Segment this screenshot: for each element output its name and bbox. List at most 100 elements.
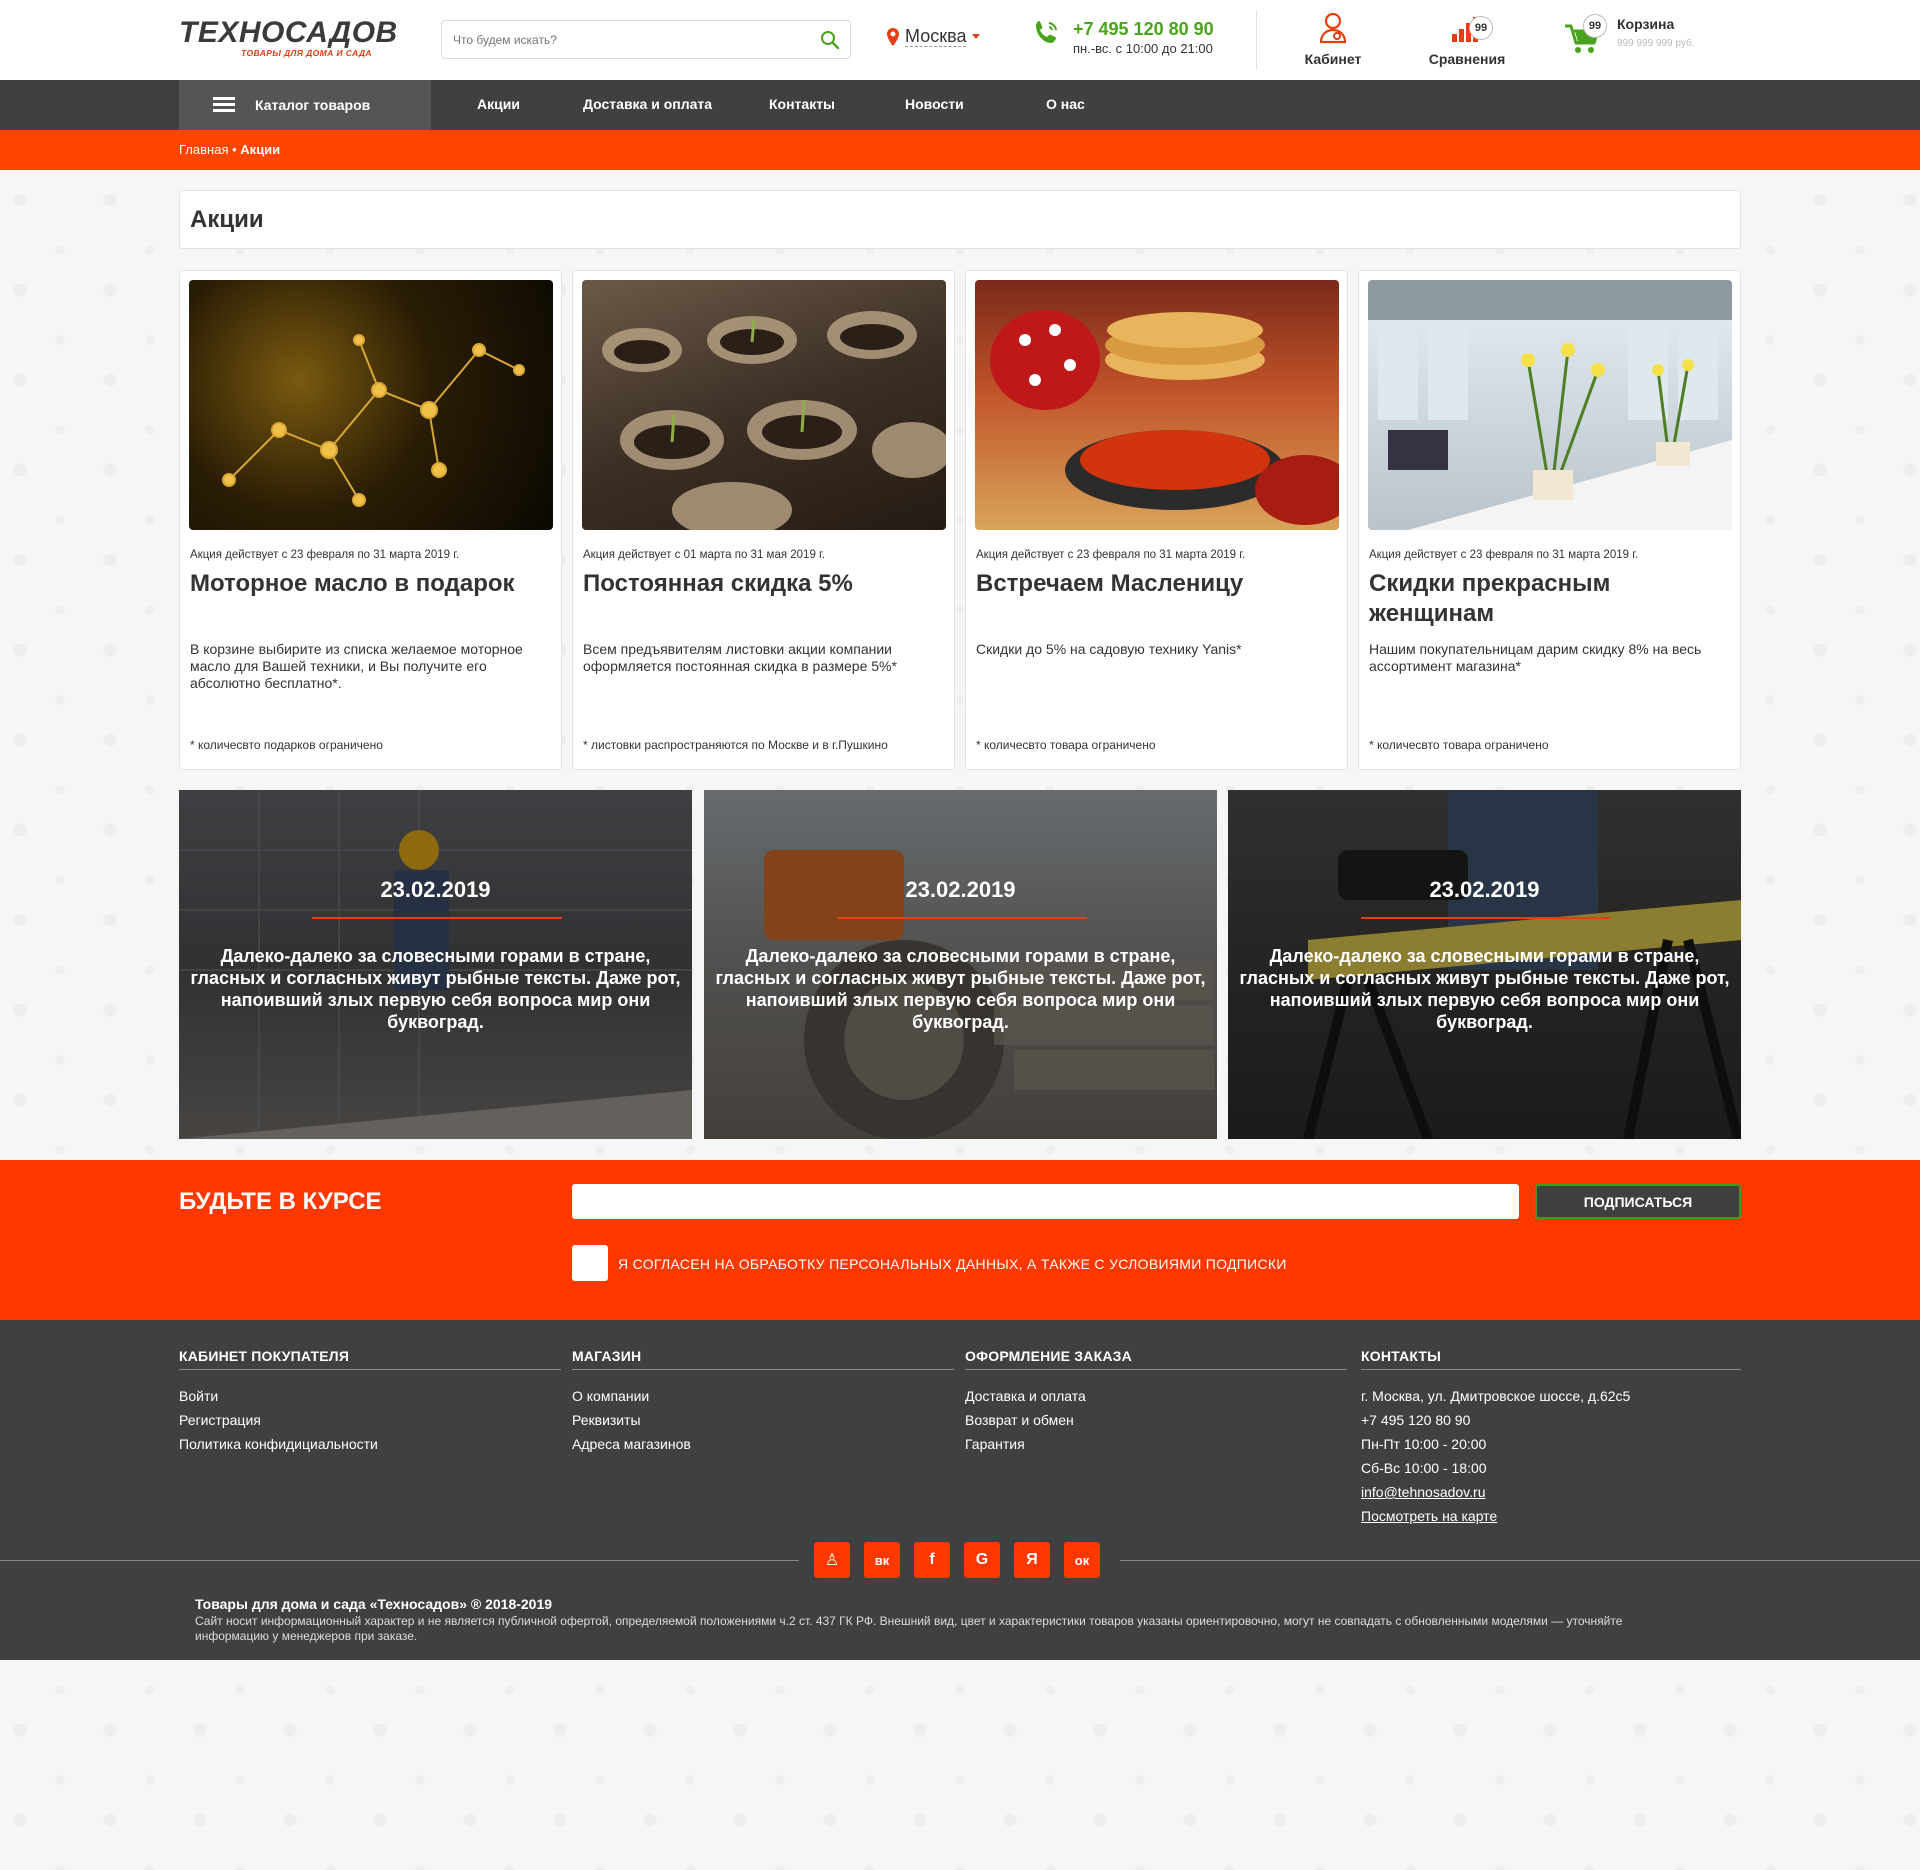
city-label: Москва xyxy=(905,26,967,47)
work-hours: пн.-вс. с 10:00 до 21:00 xyxy=(1073,41,1213,56)
cabinet-button[interactable]: Кабинет xyxy=(1293,12,1373,67)
vk-icon[interactable]: вк xyxy=(864,1542,900,1578)
promo-image-seedlings xyxy=(582,280,946,530)
subscribe-title: БУДЬТЕ В КУРСЕ xyxy=(179,1188,382,1215)
cart-button[interactable]: 99 Корзина 999 999 999 руб. xyxy=(1563,14,1695,56)
compare-button[interactable]: 99 Сравнения xyxy=(1417,12,1517,67)
footer-link-delivery[interactable]: Доставка и оплата xyxy=(965,1384,1347,1408)
subscribe-email-input[interactable] xyxy=(572,1184,1519,1219)
news-banners: 23.02.2019 Далеко-далеко за словесными г… xyxy=(179,790,1741,1139)
breadcrumb-home[interactable]: Главная xyxy=(179,142,228,157)
user-icon xyxy=(1319,12,1347,44)
main-nav: Каталог товаров Акции Доставка и оплата … xyxy=(0,80,1920,130)
promo-image-office-flowers xyxy=(1368,280,1732,530)
google-icon[interactable]: G xyxy=(964,1542,1000,1578)
cart-count-badge: 99 xyxy=(1583,14,1607,38)
promo-card[interactable]: Акция действует с 23 февраля по 31 марта… xyxy=(179,270,562,770)
footer-map-link[interactable]: Посмотреть на карте xyxy=(1361,1504,1741,1528)
promo-note: * количесвто подарков ограничено xyxy=(190,738,383,752)
footer-link-about[interactable]: О компании xyxy=(572,1384,954,1408)
search-input[interactable] xyxy=(442,21,802,58)
nav-item-news[interactable]: Новости xyxy=(905,96,964,112)
news-banner[interactable]: 23.02.2019 Далеко-далеко за словесными г… xyxy=(1228,790,1741,1139)
footer-heading: МАГАЗИН xyxy=(572,1348,954,1370)
subscribe-button[interactable]: ПОДПИСАТЬСЯ xyxy=(1535,1184,1741,1219)
catalog-button[interactable]: Каталог товаров xyxy=(179,80,431,130)
footer-col-shop: МАГАЗИН О компании Реквизиты Адреса мага… xyxy=(572,1348,954,1456)
social-links: ♙ вк f G Я ок xyxy=(814,1542,1100,1578)
promo-card[interactable]: Акция действует с 23 февраля по 31 марта… xyxy=(965,270,1348,770)
breadcrumb-current: Акции xyxy=(240,142,281,157)
promo-title[interactable]: Моторное масло в подарок xyxy=(190,569,550,599)
footer-link-addresses[interactable]: Адреса магазинов xyxy=(572,1432,954,1456)
promo-date: Акция действует с 01 марта по 31 мая 201… xyxy=(583,549,826,561)
nav-item-promos[interactable]: Акции xyxy=(477,96,520,112)
footer-divider xyxy=(1120,1560,1920,1561)
news-banner[interactable]: 23.02.2019 Далеко-далеко за словесными г… xyxy=(179,790,692,1139)
logo-tagline: ТОВАРЫ ДЛЯ ДОМА И САДА xyxy=(241,48,372,58)
site-footer: КАБИНЕТ ПОКУПАТЕЛЯ Войти Регистрация Пол… xyxy=(0,1320,1920,1660)
footer-hours-weekdays: Пн-Пт 10:00 - 20:00 xyxy=(1361,1436,1487,1452)
banner-text: Далеко-далеко за словесными горами в стр… xyxy=(1239,946,1730,1032)
promo-title[interactable]: Постоянная скидка 5% xyxy=(583,569,943,599)
user-icon[interactable]: ♙ xyxy=(814,1542,850,1578)
footer-link-requisites[interactable]: Реквизиты xyxy=(572,1408,954,1432)
catalog-label: Каталог товаров xyxy=(255,97,371,113)
nav-item-delivery[interactable]: Доставка и оплата xyxy=(583,96,712,112)
nav-item-about[interactable]: О нас xyxy=(1046,96,1085,112)
promo-card[interactable]: Акция действует с 01 марта по 31 мая 201… xyxy=(572,270,955,770)
banner-text: Далеко-далеко за словесными горами в стр… xyxy=(715,946,1206,1032)
footer-link-returns[interactable]: Возврат и обмен xyxy=(965,1408,1347,1432)
consent-checkbox[interactable] xyxy=(572,1245,608,1281)
city-selector[interactable]: Москва xyxy=(887,26,981,47)
promo-image-pancakes xyxy=(975,280,1339,530)
banner-divider xyxy=(312,917,562,919)
breadcrumb: Главная • Акции xyxy=(0,130,1920,170)
promo-title[interactable]: Встречаем Масленицу xyxy=(976,569,1336,599)
promo-card[interactable]: Акция действует с 23 февраля по 31 марта… xyxy=(1358,270,1741,770)
promo-description: В корзине выбирите из списка желаемое мо… xyxy=(190,641,523,691)
promo-note: * количесвто товара ограничено xyxy=(976,738,1156,752)
odnoklassniki-icon[interactable]: ок xyxy=(1064,1542,1100,1578)
promo-image-molecules xyxy=(189,280,553,530)
promo-date: Акция действует с 23 февраля по 31 марта… xyxy=(1369,549,1639,561)
footer-phone[interactable]: +7 495 120 80 90 xyxy=(1361,1408,1741,1432)
subscribe-section: БУДЬТЕ В КУРСЕ ПОДПИСАТЬСЯ Я СОГЛАСЕН НА… xyxy=(0,1160,1920,1320)
news-banner[interactable]: 23.02.2019 Далеко-далеко за словесными г… xyxy=(704,790,1217,1139)
compare-label: Сравнения xyxy=(1428,51,1506,67)
logo[interactable]: ТЕХНОСАДОВ ТОВАРЫ ДЛЯ ДОМА И САДА xyxy=(179,16,431,59)
footer-divider xyxy=(0,1560,799,1561)
promo-description: Скидки до 5% на садовую технику Yanis* xyxy=(976,641,1242,657)
footer-link-warranty[interactable]: Гарантия xyxy=(965,1432,1347,1456)
footer-link-register[interactable]: Регистрация xyxy=(179,1408,561,1432)
cart-total: 999 999 999 руб. xyxy=(1617,38,1695,49)
site-header: ТЕХНОСАДОВ ТОВАРЫ ДЛЯ ДОМА И САДА Москва xyxy=(0,0,1920,80)
promo-note: * листовки распространяются по Москве и … xyxy=(583,738,888,752)
promo-description: Нашим покупательницам дарим скидку 8% на… xyxy=(1369,641,1702,674)
promo-title[interactable]: Скидки прекрасным женщинам xyxy=(1369,569,1729,629)
facebook-icon[interactable]: f xyxy=(914,1542,950,1578)
footer-email-link[interactable]: info@tehnosadov.ru xyxy=(1361,1480,1741,1504)
promo-date: Акция действует с 23 февраля по 31 марта… xyxy=(976,549,1246,561)
page-title-box: Акции xyxy=(179,190,1741,249)
menu-icon xyxy=(213,97,235,113)
phone-icon xyxy=(1036,21,1057,43)
cabinet-label: Кабинет xyxy=(1304,51,1362,67)
promo-cards: Акция действует с 23 февраля по 31 марта… xyxy=(179,270,1741,770)
footer-link-login[interactable]: Войти xyxy=(179,1384,561,1408)
footer-heading: КОНТАКТЫ xyxy=(1361,1348,1741,1370)
logo-text: ТЕХНОСАДОВ xyxy=(179,16,398,49)
header-divider xyxy=(1256,10,1257,70)
nav-item-contacts[interactable]: Контакты xyxy=(769,96,835,112)
banner-date: 23.02.2019 xyxy=(1429,877,1540,902)
footer-col-account: КАБИНЕТ ПОКУПАТЕЛЯ Войти Регистрация Пол… xyxy=(179,1348,561,1456)
banner-divider xyxy=(837,917,1087,919)
search-box xyxy=(441,20,851,59)
phone-number[interactable]: +7 495 120 80 90 xyxy=(1073,18,1214,40)
banner-divider xyxy=(1361,917,1611,919)
chevron-down-icon xyxy=(972,34,981,39)
location-pin-icon xyxy=(887,27,899,46)
search-icon[interactable] xyxy=(820,30,840,50)
footer-link-privacy[interactable]: Политика конфидициальности xyxy=(179,1432,561,1456)
yandex-icon[interactable]: Я xyxy=(1014,1542,1050,1578)
